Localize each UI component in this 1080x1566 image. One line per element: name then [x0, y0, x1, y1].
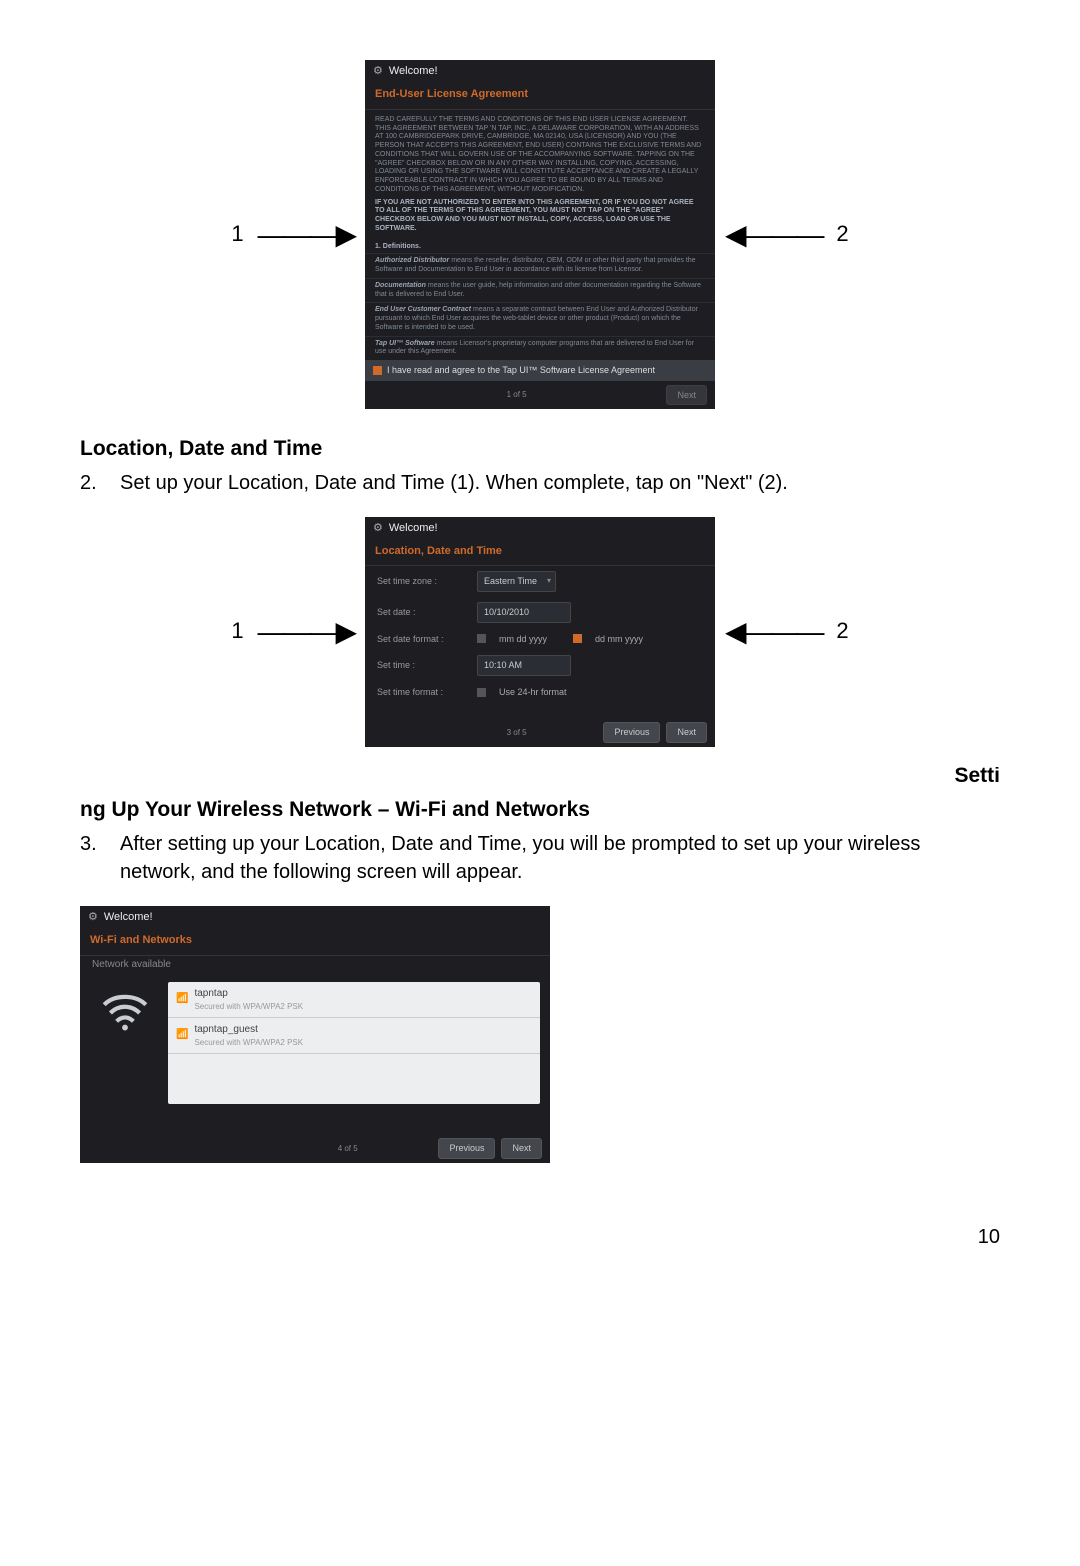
- eula-defs-title: 1. Definitions.: [365, 240, 715, 254]
- step-2: 2. Set up your Location, Date and Time (…: [80, 469, 1000, 497]
- dt-next-button[interactable]: Next: [666, 722, 707, 743]
- wifi-item-1[interactable]: 📶 tapntap Secured with WPA/WPA2 PSK: [168, 982, 540, 1018]
- row-datefmt: Set date format : mm dd yyyy dd mm yyyy: [365, 628, 715, 651]
- wifi-item-1-sec: Secured with WPA/WPA2 PSK: [194, 1001, 303, 1012]
- time-label: Set time :: [377, 659, 467, 672]
- wifi-footer: 4 of 5 Previous Next: [80, 1134, 550, 1163]
- eula-def3: End User Customer Contract means a separ…: [365, 302, 715, 335]
- callout-right-2: 2: [833, 219, 853, 250]
- datefmt-label: Set date format :: [377, 633, 467, 646]
- figure-eula-row: 1 ———▶ ⚙ Welcome! End-User License Agree…: [80, 60, 1000, 409]
- wifi-lock-icon: 📶: [176, 1028, 188, 1042]
- datetime-screen: ⚙ Welcome! Location, Date and Time Set t…: [365, 517, 715, 747]
- dt-headline: Location, Date and Time: [365, 540, 715, 566]
- datefmt-chk-1[interactable]: [477, 634, 486, 643]
- row-date: Set date : 10/10/2010: [365, 597, 715, 628]
- wifi-item-1-name: tapntap: [194, 988, 227, 999]
- tz-dropdown[interactable]: Eastern Time: [477, 571, 556, 592]
- dt-prev-button[interactable]: Previous: [603, 722, 660, 743]
- eula-def2: Documentation means the user guide, help…: [365, 278, 715, 303]
- heading-location-date-time: Location, Date and Time: [80, 434, 1000, 463]
- eula-headline: End-User License Agreement: [365, 83, 715, 109]
- eula-def4: Tap UI™ Software means Licensor's propri…: [365, 336, 715, 361]
- time-input[interactable]: 10:10 AM: [477, 655, 571, 676]
- datefmt-opt1: mm dd yyyy: [499, 633, 547, 646]
- eula-counter: 1 of 5: [373, 389, 527, 400]
- wifi-sub: Network available: [80, 956, 550, 978]
- heading-wifi-wrap: Setti: [80, 767, 1000, 795]
- step-3: 3. After setting up your Location, Date …: [80, 830, 1000, 886]
- arrow-right-icon: ———▶: [257, 215, 355, 254]
- row-timezone: Set time zone : Eastern Time: [365, 566, 715, 597]
- eula-agree-row[interactable]: I have read and agree to the Tap UI™ Sof…: [365, 360, 715, 381]
- eula-next-button[interactable]: Next: [666, 385, 707, 406]
- date-input[interactable]: 10/10/2010: [477, 602, 571, 623]
- figure-datetime-row: 1 ———▶ ⚙ Welcome! Location, Date and Tim…: [80, 517, 1000, 747]
- wifi-body: 📶 tapntap Secured with WPA/WPA2 PSK 📶 ta…: [80, 978, 550, 1134]
- wifi-titlebar: ⚙ Welcome!: [80, 906, 550, 929]
- step-2-number: 2.: [80, 469, 102, 497]
- agree-label: I have read and agree to the Tap UI™ Sof…: [387, 364, 655, 377]
- wifi-signal-icon: [90, 982, 160, 1104]
- wifi-headline: Wi-Fi and Networks: [80, 929, 550, 955]
- callout-left-1b: 1: [227, 616, 247, 647]
- wifi-item-2-name: tapntap_guest: [194, 1024, 257, 1035]
- eula-screen: ⚙ Welcome! End-User License Agreement RE…: [365, 60, 715, 409]
- eula-titlebar: ⚙ Welcome!: [365, 60, 715, 83]
- page-number: 10: [80, 1223, 1000, 1251]
- callout-left-1: 1: [227, 219, 247, 250]
- tz-label: Set time zone :: [377, 575, 467, 588]
- wifi-lock-icon: 📶: [176, 992, 188, 1006]
- heading-wifi-part-b: ng Up Your Wireless Network – Wi-Fi and …: [80, 795, 1000, 824]
- row-time: Set time : 10:10 AM: [365, 650, 715, 681]
- wifi-title: Welcome!: [104, 910, 153, 925]
- eula-p1: READ CAREFULLY THE TERMS AND CONDITIONS …: [375, 116, 705, 195]
- arrow-left-icon: ◀———: [725, 215, 823, 254]
- timefmt-opt: Use 24-hr format: [499, 686, 567, 699]
- agree-checkbox[interactable]: [373, 366, 382, 375]
- callout-right-2b: 2: [833, 616, 853, 647]
- dt-titlebar: ⚙ Welcome!: [365, 517, 715, 540]
- wifi-list: 📶 tapntap Secured with WPA/WPA2 PSK 📶 ta…: [168, 982, 540, 1104]
- figure-wifi-row: ⚙ Welcome! Wi-Fi and Networks Network av…: [80, 906, 1000, 1163]
- wifi-item-2[interactable]: 📶 tapntap_guest Secured with WPA/WPA2 PS…: [168, 1018, 540, 1054]
- eula-title: Welcome!: [389, 64, 438, 79]
- gear-icon: ⚙: [373, 64, 383, 79]
- datefmt-opt2: dd mm yyyy: [595, 633, 643, 646]
- gear-icon: ⚙: [88, 910, 98, 925]
- wifi-next-button[interactable]: Next: [501, 1138, 542, 1159]
- row-timefmt: Set time format : Use 24-hr format: [365, 681, 715, 719]
- wifi-prev-button[interactable]: Previous: [438, 1138, 495, 1159]
- eula-def1: Authorized Distributor means the reselle…: [365, 253, 715, 278]
- step-3-number: 3.: [80, 830, 102, 886]
- timefmt-label: Set time format :: [377, 686, 467, 699]
- dt-counter: 3 of 5: [373, 727, 527, 738]
- dt-title: Welcome!: [389, 521, 438, 536]
- wifi-item-2-sec: Secured with WPA/WPA2 PSK: [194, 1037, 303, 1048]
- timefmt-chk[interactable]: [477, 688, 486, 697]
- wifi-screen: ⚙ Welcome! Wi-Fi and Networks Network av…: [80, 906, 550, 1163]
- eula-p2: IF YOU ARE NOT AUTHORIZED TO ENTER INTO …: [375, 199, 705, 234]
- heading-wifi-part-a: Setti: [954, 767, 1000, 790]
- arrow-left-icon: ◀———: [725, 612, 823, 651]
- step-3-text: After setting up your Location, Date and…: [120, 830, 1000, 886]
- eula-footer: 1 of 5 Next: [365, 381, 715, 410]
- eula-body: READ CAREFULLY THE TERMS AND CONDITIONS …: [365, 110, 715, 240]
- date-label: Set date :: [377, 606, 467, 619]
- gear-icon: ⚙: [373, 521, 383, 536]
- step-2-text: Set up your Location, Date and Time (1).…: [120, 469, 1000, 497]
- dt-footer: 3 of 5 Previous Next: [365, 718, 715, 747]
- wifi-counter: 4 of 5: [88, 1143, 358, 1154]
- datefmt-chk-2[interactable]: [573, 634, 582, 643]
- arrow-right-icon: ———▶: [257, 612, 355, 651]
